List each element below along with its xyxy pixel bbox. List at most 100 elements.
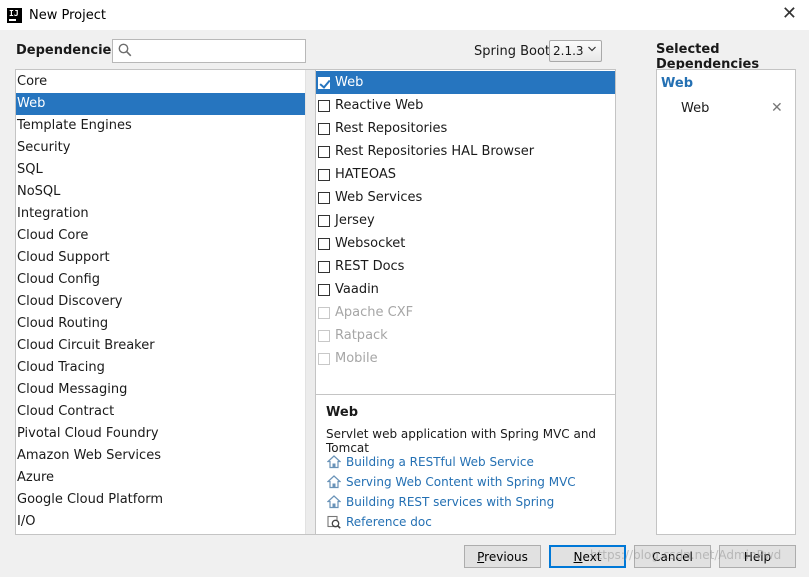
dependency-label: HATEOAS (335, 167, 396, 182)
dependency-description: Web Servlet web application with Spring … (316, 394, 615, 534)
category-list: Core Web Template Engines Security SQL NoSQL I… (16, 71, 315, 533)
dependency-checkbox[interactable] (318, 145, 330, 158)
dependency-label: Mobile (335, 351, 378, 366)
dependency-label: Jersey (335, 213, 375, 228)
dependency-label: Apache CXF (335, 305, 414, 320)
dependency-list: Web Reactive Web Rest Repositories Rest Rep… (316, 71, 615, 370)
selected-dependency-item: Web (681, 101, 710, 116)
close-window-button[interactable]: ✕ (782, 3, 797, 24)
dependency-checkbox[interactable] (318, 76, 330, 89)
dependency-item-apache-cxf: Apache CXF (316, 301, 615, 324)
dependency-item-websocket[interactable]: Websocket (316, 232, 615, 255)
remove-dependency-icon[interactable]: ✕ (771, 100, 783, 116)
dependency-label: Ratpack (335, 328, 388, 343)
category-item-cloud-support[interactable]: Cloud Support (16, 247, 315, 269)
dependency-checkbox[interactable] (318, 191, 330, 204)
description-text: Servlet web application with Spring MVC … (326, 427, 597, 455)
dependency-item-vaadin[interactable]: Vaadin (316, 278, 615, 301)
description-link[interactable]: Reference doc (327, 515, 432, 529)
description-link-label: Building a RESTful Web Service (346, 455, 534, 469)
search-icon (118, 43, 132, 57)
title-bar: IJ New Project ✕ (0, 0, 809, 30)
guide-icon (327, 475, 341, 489)
dependency-checkbox (318, 352, 330, 365)
dependency-label: REST Docs (335, 259, 405, 274)
dependency-checkbox (318, 329, 330, 342)
dependency-checkbox[interactable] (318, 260, 330, 273)
category-item-web[interactable]: Web (16, 93, 315, 115)
dependency-item-ratpack: Ratpack (316, 324, 615, 347)
cancel-button-label: Cancel (652, 549, 693, 564)
dependency-checkbox[interactable] (318, 237, 330, 250)
description-link[interactable]: Serving Web Content with Spring MVC (327, 475, 576, 489)
guide-icon (327, 455, 341, 469)
search-input[interactable] (137, 41, 302, 61)
dependency-item-jersey[interactable]: Jersey (316, 209, 615, 232)
category-item-google-cloud-platform[interactable]: Google Cloud Platform (16, 489, 315, 511)
description-link[interactable]: Building REST services with Spring (327, 495, 554, 509)
category-item-azure[interactable]: Azure (16, 467, 315, 489)
dependency-label: Rest Repositories HAL Browser (335, 144, 535, 159)
help-button[interactable]: Help (719, 545, 796, 568)
category-item-cloud-config[interactable]: Cloud Config (16, 269, 315, 291)
reference-doc-icon (327, 515, 341, 529)
category-item-cloud-routing[interactable]: Cloud Routing (16, 313, 315, 335)
category-item-integration[interactable]: Integration (16, 203, 315, 225)
category-item-amazon-web-services[interactable]: Amazon Web Services (16, 445, 315, 467)
description-link-label: Serving Web Content with Spring MVC (346, 475, 576, 489)
category-item-sql[interactable]: SQL (16, 159, 315, 181)
category-item-pivotal-cloud-foundry[interactable]: Pivotal Cloud Foundry (16, 423, 315, 445)
category-item-cloud-circuit-breaker[interactable]: Cloud Circuit Breaker (16, 335, 315, 357)
selected-group-title: Web (661, 76, 693, 91)
dependency-item-reactive-web[interactable]: Reactive Web (316, 94, 615, 117)
dependency-item-rest-docs[interactable]: REST Docs (316, 255, 615, 278)
window-title: New Project (29, 7, 106, 23)
category-list-panel: Core Web Template Engines Security SQL NoSQL I… (15, 69, 316, 535)
dependency-item-mobile: Mobile (316, 347, 615, 370)
dependency-checkbox[interactable] (318, 122, 330, 135)
dependency-checkbox[interactable] (318, 168, 330, 181)
description-link-label: Reference doc (346, 515, 432, 529)
dependency-item-rest-repositories-hal-browser[interactable]: Rest Repositories HAL Browser (316, 140, 615, 163)
category-item-nosql[interactable]: NoSQL (16, 181, 315, 203)
description-link[interactable]: Building a RESTful Web Service (327, 455, 534, 469)
dependency-label: Web Services (335, 190, 423, 205)
dependency-checkbox[interactable] (318, 283, 330, 296)
category-item-cloud-discovery[interactable]: Cloud Discovery (16, 291, 315, 313)
previous-button[interactable]: Previous (464, 545, 541, 568)
dependency-item-web-services[interactable]: Web Services (316, 186, 615, 209)
dependency-item-hateoas[interactable]: HATEOAS (316, 163, 615, 186)
dependency-item-rest-repositories[interactable]: Rest Repositories (316, 117, 615, 140)
cancel-button[interactable]: Cancel (634, 545, 711, 568)
category-item-cloud-tracing[interactable]: Cloud Tracing (16, 357, 315, 379)
spring-boot-label: Spring Boot (474, 44, 551, 59)
dependency-item-web[interactable]: Web (316, 71, 615, 94)
category-item-template-engines[interactable]: Template Engines (16, 115, 315, 137)
dependency-checkbox (318, 306, 330, 319)
search-field[interactable] (112, 39, 306, 63)
spring-boot-version-value: 2.1.3 (553, 44, 584, 58)
description-link-label: Building REST services with Spring (346, 495, 555, 509)
category-item-cloud-core[interactable]: Cloud Core (16, 225, 315, 247)
spring-boot-version-select[interactable]: 2.1.3 (549, 40, 602, 62)
dependencies-label: Dependencies (16, 43, 120, 58)
intellij-app-icon: IJ (7, 7, 22, 23)
category-item-cloud-messaging[interactable]: Cloud Messaging (16, 379, 315, 401)
category-item-cloud-contract[interactable]: Cloud Contract (16, 401, 315, 423)
next-button[interactable]: Next (549, 545, 626, 568)
description-title: Web (326, 405, 358, 420)
selected-dependencies-title: Selected Dependencies (656, 42, 760, 72)
previous-button-label: Previous (477, 549, 528, 564)
selected-dependencies-panel: Web Web ✕ (656, 69, 796, 535)
category-item-security[interactable]: Security (16, 137, 315, 159)
guide-icon (327, 495, 341, 509)
category-item-core[interactable]: Core (16, 71, 315, 93)
category-scrollbar[interactable] (305, 70, 315, 534)
dependency-label: Web (335, 75, 364, 90)
help-button-label: Help (743, 549, 772, 564)
dependency-label: Reactive Web (335, 98, 424, 113)
category-item-i-o[interactable]: I/O (16, 511, 315, 533)
dependency-label: Rest Repositories (335, 121, 448, 136)
dependency-checkbox[interactable] (318, 99, 330, 112)
dependency-checkbox[interactable] (318, 214, 330, 227)
